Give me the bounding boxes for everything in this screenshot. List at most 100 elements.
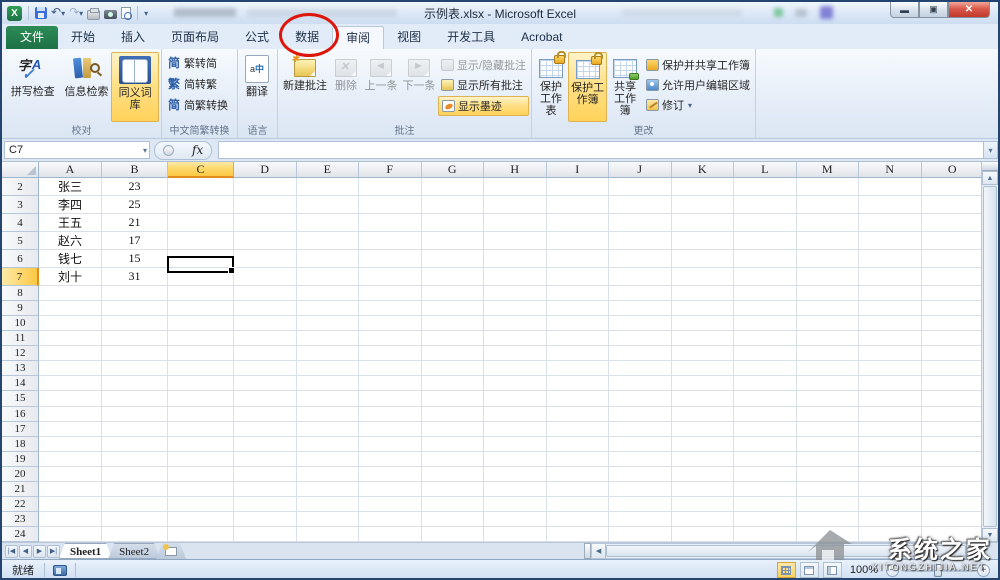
cell-J8[interactable] bbox=[609, 286, 672, 301]
cell-H21[interactable] bbox=[484, 482, 547, 497]
cell-E21[interactable] bbox=[297, 482, 360, 497]
cell-D9[interactable] bbox=[234, 301, 297, 316]
cell-A21[interactable] bbox=[39, 482, 102, 497]
cell-I24[interactable] bbox=[547, 527, 610, 542]
cell-D14[interactable] bbox=[234, 376, 297, 391]
formula-input[interactable] bbox=[218, 141, 983, 159]
cell-C13[interactable] bbox=[168, 361, 234, 376]
chevron-down-icon[interactable]: ▾ bbox=[143, 146, 147, 155]
cell-B14[interactable] bbox=[102, 376, 168, 391]
cell-M22[interactable] bbox=[797, 497, 860, 512]
row-header-10[interactable]: 10 bbox=[2, 316, 39, 331]
cell-L11[interactable] bbox=[734, 331, 797, 346]
cell-K20[interactable] bbox=[672, 467, 735, 482]
cell-A11[interactable] bbox=[39, 331, 102, 346]
cell-A9[interactable] bbox=[39, 301, 102, 316]
vertical-scroll-thumb[interactable] bbox=[983, 186, 997, 527]
column-header-D[interactable]: D bbox=[234, 162, 297, 178]
column-header-L[interactable]: L bbox=[734, 162, 797, 178]
cell-I16[interactable] bbox=[547, 407, 610, 422]
cell-B23[interactable] bbox=[102, 512, 168, 527]
cell-N24[interactable] bbox=[859, 527, 922, 542]
cell-N2[interactable] bbox=[859, 178, 922, 196]
cell-N23[interactable] bbox=[859, 512, 922, 527]
simp-to-trad-button[interactable]: 繁 简转繁 bbox=[164, 74, 220, 93]
previous-comment-button[interactable]: ◄ 上一条 bbox=[362, 52, 400, 122]
cell-J20[interactable] bbox=[609, 467, 672, 482]
cell-G22[interactable] bbox=[422, 497, 485, 512]
insert-worksheet-tab[interactable] bbox=[156, 543, 186, 559]
row-header-12[interactable]: 12 bbox=[2, 346, 39, 361]
cell-E7[interactable] bbox=[297, 268, 360, 286]
sheet-tab-sheet2[interactable]: Sheet2 bbox=[108, 543, 160, 559]
share-workbook-button[interactable]: 共享工作簿 bbox=[607, 52, 643, 122]
cell-A19[interactable] bbox=[39, 452, 102, 467]
cell-O12[interactable] bbox=[922, 346, 982, 361]
tab-页面布局[interactable]: 页面布局 bbox=[158, 26, 232, 49]
cell-L15[interactable] bbox=[734, 391, 797, 406]
cell-F8[interactable] bbox=[359, 286, 422, 301]
cell-J18[interactable] bbox=[609, 437, 672, 452]
cell-F17[interactable] bbox=[359, 422, 422, 437]
cell-A18[interactable] bbox=[39, 437, 102, 452]
row-header-6[interactable]: 6 bbox=[2, 250, 39, 268]
cell-L8[interactable] bbox=[734, 286, 797, 301]
cell-D17[interactable] bbox=[234, 422, 297, 437]
cell-G21[interactable] bbox=[422, 482, 485, 497]
vertical-scrollbar[interactable]: ▲ ▼ bbox=[981, 162, 998, 542]
cell-L9[interactable] bbox=[734, 301, 797, 316]
cell-J7[interactable] bbox=[609, 268, 672, 286]
cell-A7[interactable]: 刘十 bbox=[39, 268, 102, 286]
cell-L7[interactable] bbox=[734, 268, 797, 286]
cell-E17[interactable] bbox=[297, 422, 360, 437]
cell-C16[interactable] bbox=[168, 407, 234, 422]
row-header-3[interactable]: 3 bbox=[2, 196, 39, 214]
cell-D13[interactable] bbox=[234, 361, 297, 376]
cell-G16[interactable] bbox=[422, 407, 485, 422]
cell-N19[interactable] bbox=[859, 452, 922, 467]
cell-H17[interactable] bbox=[484, 422, 547, 437]
cell-H22[interactable] bbox=[484, 497, 547, 512]
cell-M24[interactable] bbox=[797, 527, 860, 542]
protect-share-workbook-button[interactable]: 保护并共享工作簿 bbox=[643, 56, 753, 74]
cell-F5[interactable] bbox=[359, 232, 422, 250]
cell-M17[interactable] bbox=[797, 422, 860, 437]
cell-J24[interactable] bbox=[609, 527, 672, 542]
cell-B6[interactable]: 15 bbox=[102, 250, 168, 268]
row-header-14[interactable]: 14 bbox=[2, 376, 39, 391]
cell-B17[interactable] bbox=[102, 422, 168, 437]
cell-B5[interactable]: 17 bbox=[102, 232, 168, 250]
row-header-4[interactable]: 4 bbox=[2, 214, 39, 232]
cell-M6[interactable] bbox=[797, 250, 860, 268]
row-header-7[interactable]: 7 bbox=[2, 268, 39, 286]
cell-B11[interactable] bbox=[102, 331, 168, 346]
cell-I6[interactable] bbox=[547, 250, 610, 268]
cell-F21[interactable] bbox=[359, 482, 422, 497]
cell-L10[interactable] bbox=[734, 316, 797, 331]
cell-K11[interactable] bbox=[672, 331, 735, 346]
row-header-8[interactable]: 8 bbox=[2, 286, 39, 301]
cell-A14[interactable] bbox=[39, 376, 102, 391]
cell-K10[interactable] bbox=[672, 316, 735, 331]
cell-F19[interactable] bbox=[359, 452, 422, 467]
cell-C23[interactable] bbox=[168, 512, 234, 527]
cell-A5[interactable]: 赵六 bbox=[39, 232, 102, 250]
cell-G12[interactable] bbox=[422, 346, 485, 361]
cell-E19[interactable] bbox=[297, 452, 360, 467]
cell-K6[interactable] bbox=[672, 250, 735, 268]
cell-O10[interactable] bbox=[922, 316, 982, 331]
cell-E5[interactable] bbox=[297, 232, 360, 250]
cell-B22[interactable] bbox=[102, 497, 168, 512]
cell-D22[interactable] bbox=[234, 497, 297, 512]
cell-E4[interactable] bbox=[297, 214, 360, 232]
cell-D3[interactable] bbox=[234, 196, 297, 214]
cell-B7[interactable]: 31 bbox=[102, 268, 168, 286]
cell-C12[interactable] bbox=[168, 346, 234, 361]
cell-I19[interactable] bbox=[547, 452, 610, 467]
cell-G19[interactable] bbox=[422, 452, 485, 467]
tab-file[interactable]: 文件 bbox=[6, 26, 58, 49]
cell-E23[interactable] bbox=[297, 512, 360, 527]
cell-I18[interactable] bbox=[547, 437, 610, 452]
cell-B8[interactable] bbox=[102, 286, 168, 301]
cell-B2[interactable]: 23 bbox=[102, 178, 168, 196]
